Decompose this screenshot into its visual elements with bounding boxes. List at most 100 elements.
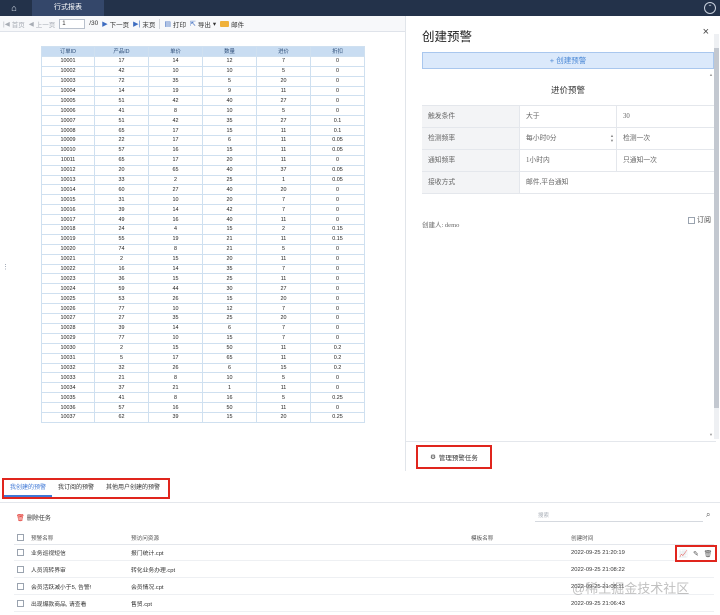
table-cell: 14 bbox=[148, 263, 203, 275]
chart-icon[interactable]: 📈 bbox=[679, 550, 688, 558]
table-cell: 20 bbox=[256, 313, 311, 324]
mail-button[interactable]: 邮件 bbox=[220, 19, 244, 29]
row-checkbox[interactable] bbox=[17, 545, 24, 560]
next-page-button[interactable]: ▶ 下一页 bbox=[102, 19, 129, 29]
table-cell: 0 bbox=[310, 214, 365, 226]
column-header: 折扣 bbox=[310, 46, 365, 57]
table-cell: 0 bbox=[310, 293, 365, 305]
table-cell: 15 bbox=[256, 362, 311, 374]
page-number-input[interactable]: 1 bbox=[59, 18, 86, 29]
trigger-threshold-input[interactable]: 30 bbox=[616, 106, 713, 127]
select-all-checkbox[interactable] bbox=[17, 531, 24, 544]
checkbox-icon[interactable] bbox=[17, 549, 24, 556]
printer-icon: ▤ bbox=[164, 20, 171, 28]
list-item[interactable]: 人员流转界审 转化业务办理.cpt 2022-09-25 21:08:22 bbox=[14, 562, 714, 578]
last-page-button[interactable]: ▶| 末页 bbox=[133, 19, 155, 29]
table-cell: 0 bbox=[310, 105, 365, 117]
top-bar: ⌂ 行式报表 ⌃ bbox=[0, 0, 720, 16]
table-cell: 25 bbox=[202, 313, 257, 324]
receive-method-select[interactable]: 邮件,平台通知 bbox=[519, 172, 714, 193]
check-frequency-input[interactable]: 每小时0分 ▲ ▼ bbox=[519, 128, 616, 149]
table-cell: 49 bbox=[94, 214, 149, 226]
table-cell: 42 bbox=[94, 65, 149, 77]
scrollbar-thumb[interactable] bbox=[714, 48, 719, 408]
tab-subscribed-alerts[interactable]: 我订阅的预警 bbox=[52, 480, 100, 497]
row-checkbox[interactable] bbox=[17, 596, 24, 611]
drag-handle-icon[interactable]: ⋮ bbox=[2, 263, 9, 271]
edit-icon[interactable]: ✎ bbox=[693, 550, 699, 558]
table-cell: 10026 bbox=[41, 303, 95, 315]
table-cell: 15 bbox=[148, 342, 203, 354]
tab-my-alerts[interactable]: 我创建的预警 bbox=[4, 480, 53, 497]
prev-page-button[interactable]: ◀ 上一页 bbox=[29, 19, 56, 29]
notify-frequency-select[interactable]: 1小时内 bbox=[519, 150, 616, 171]
checkbox-icon[interactable] bbox=[17, 583, 24, 590]
chevron-down-icon: ▾ bbox=[212, 20, 217, 28]
search-icon[interactable]: ⌕ bbox=[706, 510, 710, 520]
table-cell: 2 bbox=[94, 253, 149, 265]
trash-icon[interactable]: 🗑 bbox=[704, 550, 713, 558]
checkbox-icon[interactable] bbox=[17, 534, 24, 541]
search-input[interactable]: 搜索 bbox=[535, 511, 703, 522]
home-icon[interactable]: ⌂ bbox=[0, 0, 28, 16]
collapse-icon[interactable]: ⌃ bbox=[704, 2, 716, 14]
table-cell: 0.2 bbox=[310, 352, 365, 364]
table-cell: 14 bbox=[148, 204, 203, 216]
table-cell: 10027 bbox=[41, 313, 95, 324]
delete-task-button[interactable]: 🗑 删除任务 bbox=[16, 513, 51, 523]
checkbox-icon[interactable] bbox=[17, 566, 24, 573]
checkbox-icon[interactable] bbox=[688, 216, 695, 224]
notify-count-select[interactable]: 只通知一次 bbox=[616, 150, 713, 171]
table-cell: 8 bbox=[148, 392, 203, 404]
table-row: 10006 41 8 10 5 0 bbox=[41, 105, 365, 117]
list-item[interactable]: 出现爆款商品, 请查看 售贸.cpt 2022-09-25 21:06:43 bbox=[14, 596, 714, 612]
table-cell: 27 bbox=[256, 283, 311, 295]
header-created-time: 创建时间 bbox=[571, 535, 594, 542]
table-cell: 2 bbox=[148, 174, 203, 186]
table-cell: 15 bbox=[202, 224, 257, 235]
tab-row-report[interactable]: 行式报表 bbox=[32, 0, 104, 16]
checkbox-icon[interactable] bbox=[17, 600, 24, 607]
alert-form: 触发条件 大于 30 检测频率 每小时0分 ▲ ▼ 检测一次 通知频率 1小时内 只… bbox=[422, 105, 714, 194]
export-button[interactable]: ⇱ 导出 ▾ bbox=[190, 19, 216, 29]
table-cell: 39 bbox=[148, 411, 203, 423]
check-frequency-unit[interactable]: 检测一次 bbox=[616, 128, 713, 149]
scroll-down-icon[interactable]: ▼ bbox=[709, 432, 713, 437]
tab-other-users-alerts[interactable]: 其他用户创建的预警 bbox=[100, 480, 166, 497]
list-item[interactable]: 业务巡视短信 报门统计.cpt 2022-09-25 21:20:19 bbox=[14, 545, 714, 561]
table-row: 10032 32 26 6 15 0.2 bbox=[41, 362, 365, 374]
subscribe-checkbox[interactable]: 订阅 bbox=[688, 215, 711, 225]
table-cell: 72 bbox=[94, 75, 149, 87]
report-scrollbar[interactable] bbox=[714, 34, 719, 439]
table-cell: 0.05 bbox=[310, 144, 365, 156]
table-cell: 5 bbox=[94, 352, 149, 364]
first-page-button[interactable]: |◀ 首页 bbox=[3, 19, 25, 29]
table-cell: 26 bbox=[148, 293, 203, 305]
table-cell: 7 bbox=[256, 322, 311, 334]
table-cell: 53 bbox=[94, 293, 149, 305]
table-cell: 0 bbox=[310, 243, 365, 255]
stepper-icon[interactable]: ▲ ▼ bbox=[610, 133, 614, 143]
table-cell: 17 bbox=[148, 135, 203, 146]
trigger-operator-select[interactable]: 大于 bbox=[519, 106, 616, 127]
row-checkbox[interactable] bbox=[17, 562, 24, 577]
table-cell: 0 bbox=[310, 184, 365, 196]
export-label: 导出 bbox=[197, 21, 211, 29]
print-button[interactable]: ▤ 打印 bbox=[164, 19, 186, 29]
close-icon[interactable]: × bbox=[703, 26, 709, 38]
scroll-up-icon[interactable]: ▲ bbox=[709, 72, 713, 77]
alert-name: 会员活跃减小于5, 告警! bbox=[31, 585, 92, 591]
row-checkbox[interactable] bbox=[17, 579, 24, 594]
table-cell: 0.25 bbox=[310, 392, 365, 404]
table-cell: 10028 bbox=[41, 322, 95, 334]
table-cell: 42 bbox=[148, 95, 203, 107]
table-cell: 11 bbox=[256, 342, 311, 354]
table-cell: 22 bbox=[94, 135, 149, 146]
create-alert-button[interactable]: + 创建预警 bbox=[422, 52, 714, 69]
manage-alert-tasks-button[interactable]: ⚙ 管理预警任务 bbox=[416, 445, 492, 469]
last-page-label: 末页 bbox=[142, 21, 156, 29]
table-cell: 2 bbox=[256, 224, 311, 235]
panel-scrollbar[interactable]: ▲ ▼ bbox=[709, 72, 713, 437]
table-cell: 0.1 bbox=[310, 125, 365, 137]
table-cell: 0.2 bbox=[310, 342, 365, 354]
